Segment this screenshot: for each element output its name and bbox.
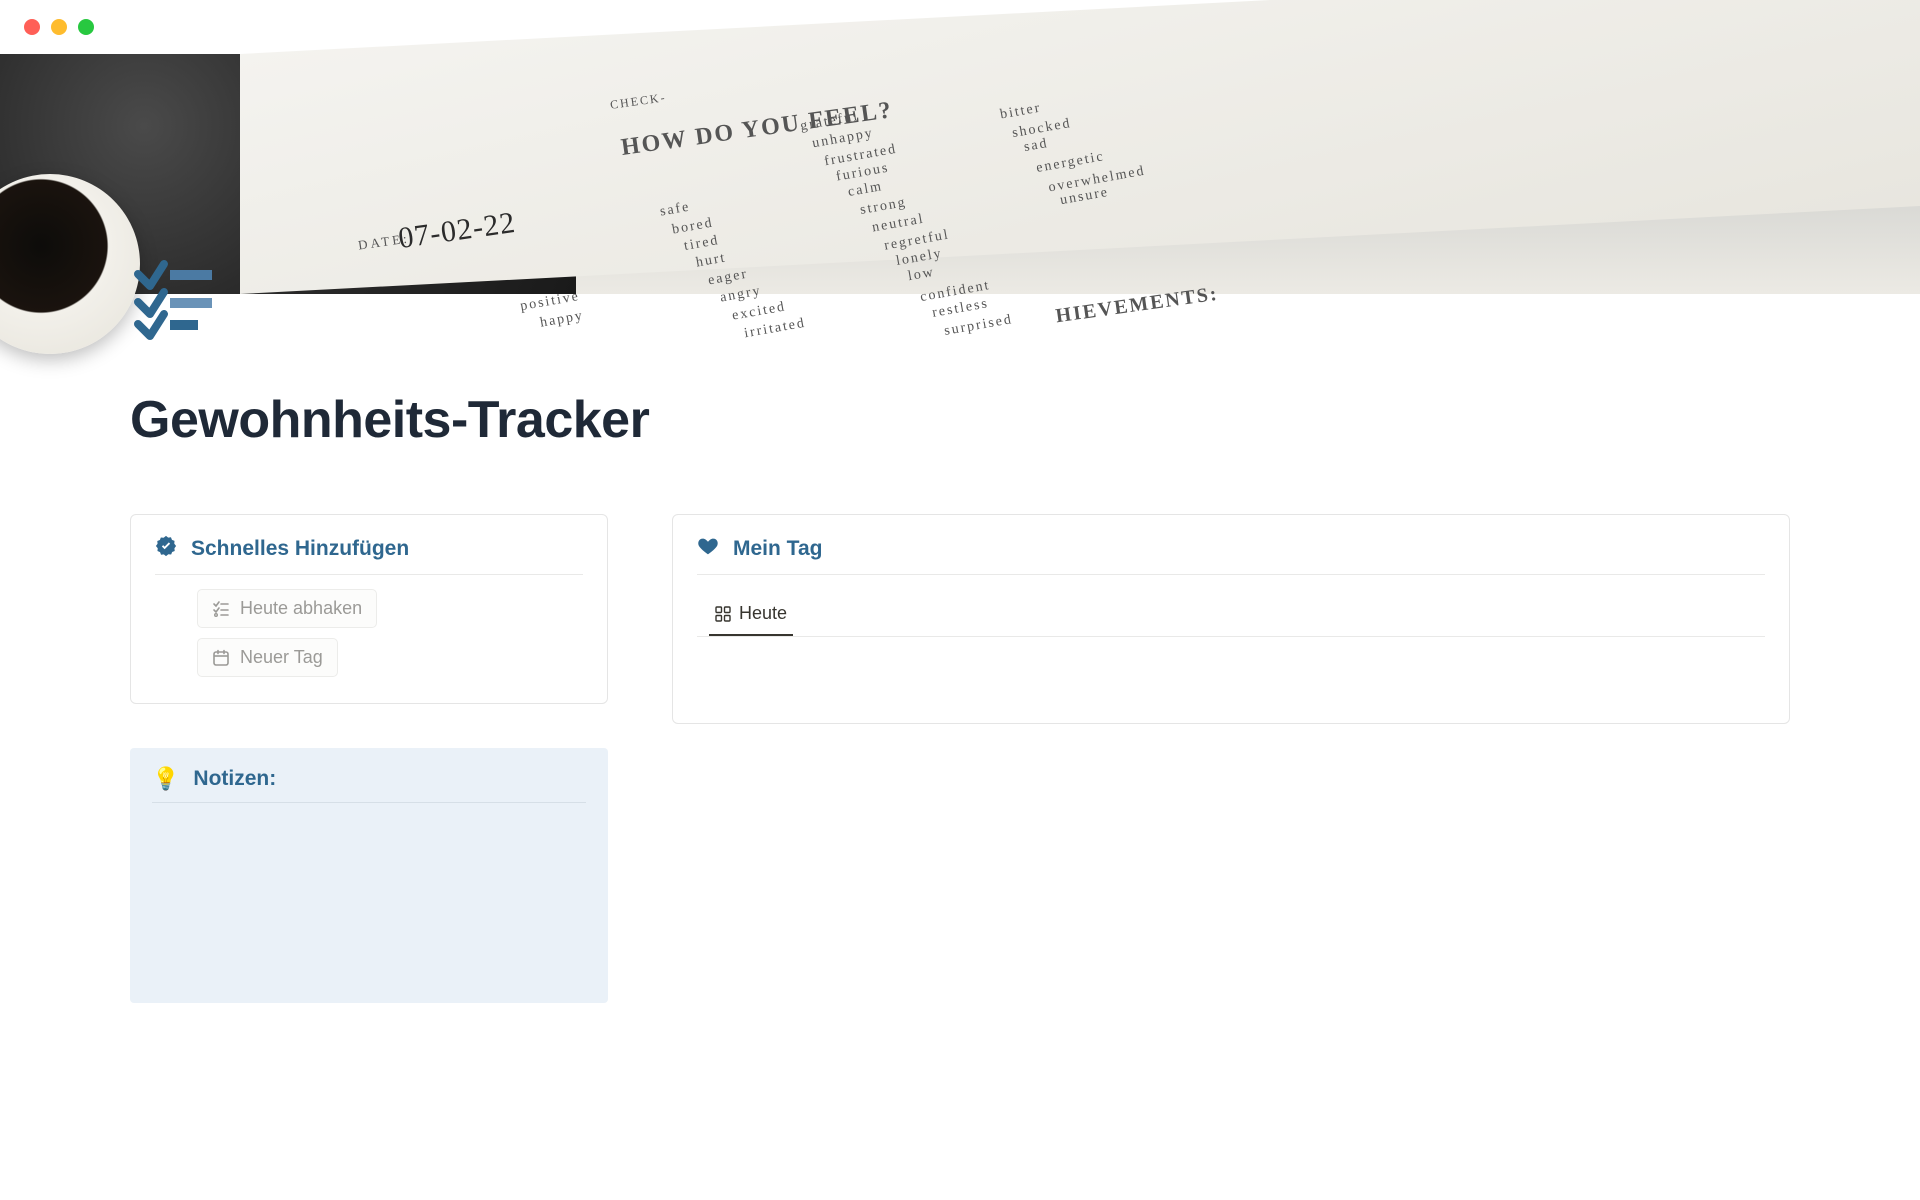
close-window-icon[interactable] (24, 19, 40, 35)
notes-title: Notizen: (193, 767, 276, 791)
page-title[interactable]: Gewohnheits-Tracker (130, 390, 1790, 450)
tab-today[interactable]: Heute (709, 593, 793, 636)
check-off-today-label: Heute abhaken (240, 598, 362, 619)
new-day-label: Neuer Tag (240, 647, 323, 668)
my-day-tabs: Heute (697, 593, 1765, 637)
check-off-today-button[interactable]: Heute abhaken (197, 589, 377, 628)
calendar-icon (212, 649, 230, 667)
tab-today-label: Heute (739, 603, 787, 624)
my-day-title: Mein Tag (733, 537, 822, 561)
checklist-small-icon (212, 600, 230, 618)
grid-view-icon (715, 606, 731, 622)
quick-add-title: Schnelles Hinzufügen (191, 537, 409, 561)
quick-add-card: Schnelles Hinzufügen (130, 514, 608, 704)
new-day-button[interactable]: Neuer Tag (197, 638, 338, 677)
lightbulb-icon: 💡 (152, 766, 179, 792)
minimize-window-icon[interactable] (51, 19, 67, 35)
page-cover: HOW DO YOU FEEL? DATE: 07-02-22 CHECK- H… (0, 54, 1920, 294)
my-day-card: Mein Tag Heute (672, 514, 1790, 724)
verified-badge-icon (155, 535, 177, 562)
page-icon-checklist[interactable] (132, 256, 216, 340)
zoom-window-icon[interactable] (78, 19, 94, 35)
notes-card[interactable]: 💡 Notizen: (130, 748, 608, 1003)
heart-icon (697, 535, 719, 562)
